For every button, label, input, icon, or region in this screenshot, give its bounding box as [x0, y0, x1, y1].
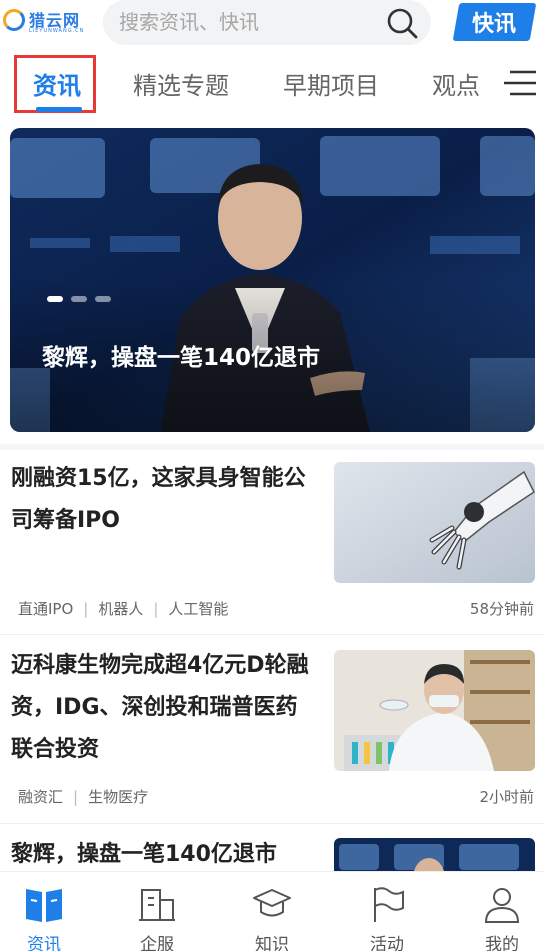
article-card[interactable]: 迈科康生物完成超4亿元D轮融资，IDG、深创投和瑞普医药联合投资 融资汇 | 生… — [0, 635, 544, 823]
nav-events[interactable]: 活动 — [347, 872, 427, 951]
site-logo[interactable]: 猎云网 LIEYUNWANG.CN — [3, 7, 95, 37]
graduation-cap-icon — [253, 889, 291, 917]
article-tags: 直通IPO | 机器人 | 人工智能 — [18, 598, 228, 619]
speaker-stage-image — [334, 838, 535, 871]
nav-label: 我的 — [485, 935, 519, 951]
category-tabs: 资讯 精选专题 早期项目 观点 — [0, 55, 544, 115]
lab-scientist-image — [334, 650, 535, 771]
carousel-dot[interactable] — [95, 296, 111, 302]
tag-separator: | — [153, 600, 159, 618]
top-header: 猎云网 LIEYUNWANG.CN 快讯 — [0, 0, 544, 45]
article-title[interactable]: 黎辉，操盘一笔140亿退市 — [11, 834, 311, 871]
article-time: 58分钟前 — [469, 600, 534, 618]
search-icon[interactable] — [385, 6, 419, 40]
banner-title: 黎辉，操盘一笔140亿退市 — [42, 345, 321, 371]
article-tag[interactable]: 机器人 — [98, 600, 143, 618]
article-tags: 融资汇 | 生物医疗 — [18, 786, 148, 807]
logo-mark-icon — [3, 9, 25, 31]
hero-banner[interactable]: 黎辉，操盘一笔140亿退市 — [10, 128, 535, 432]
article-tag[interactable]: 人工智能 — [168, 600, 228, 618]
nav-label: 活动 — [370, 935, 404, 951]
article-tag[interactable]: 直通IPO — [18, 600, 73, 618]
nav-profile[interactable]: 我的 — [462, 872, 542, 951]
active-tab-underline — [36, 107, 82, 112]
article-card[interactable]: 刚融资15亿，这家具身智能公司筹备IPO 直通IPO | 机器人 | 人工智能 58分钟… — [0, 450, 544, 634]
article-title[interactable]: 迈科康生物完成超4亿元D轮融资，IDG、深创投和瑞普医药联合投资 — [11, 645, 311, 771]
building-icon — [139, 889, 175, 921]
nav-label: 资讯 — [27, 935, 61, 951]
flash-news-button[interactable]: 快讯 — [452, 3, 537, 41]
article-title[interactable]: 刚融资15亿，这家具身智能公司筹备IPO — [11, 458, 311, 542]
robot-hand-image — [334, 462, 535, 583]
tab-featured-topics[interactable]: 精选专题 — [133, 66, 229, 101]
user-icon — [484, 888, 520, 923]
menu-icon[interactable] — [504, 69, 538, 97]
nav-label: 知识 — [255, 935, 289, 951]
nav-news[interactable]: 资讯 — [4, 872, 84, 951]
tab-early-projects[interactable]: 早期项目 — [283, 66, 379, 101]
article-thumbnail[interactable] — [334, 650, 535, 771]
search-input[interactable] — [119, 8, 379, 36]
news-book-icon — [26, 889, 62, 922]
tab-news[interactable]: 资讯 — [33, 66, 81, 101]
flag-icon — [374, 887, 404, 922]
tab-opinions[interactable]: 观点 — [432, 66, 480, 101]
nav-enterprise-services[interactable]: 企服 — [117, 872, 197, 951]
article-tag[interactable]: 生物医疗 — [88, 788, 148, 806]
bottom-navigation: 资讯 企服 知识 活动 我的 — [0, 871, 544, 951]
carousel-dot-active[interactable] — [47, 296, 63, 302]
article-thumbnail[interactable] — [334, 462, 535, 583]
nav-label: 企服 — [140, 935, 174, 951]
article-thumbnail[interactable] — [334, 838, 535, 871]
app-page: 猎云网 LIEYUNWANG.CN 快讯 资讯 精选专题 早期项目 观点 — [0, 0, 544, 951]
article-tag[interactable]: 融资汇 — [18, 788, 63, 806]
flash-news-label: 快讯 — [472, 12, 517, 37]
nav-knowledge[interactable]: 知识 — [232, 872, 312, 951]
article-card[interactable]: 黎辉，操盘一笔140亿退市 — [0, 824, 544, 871]
banner-image — [10, 128, 535, 432]
tag-separator: | — [73, 788, 79, 806]
tag-separator: | — [83, 600, 89, 618]
logo-subtext: LIEYUNWANG.CN — [29, 28, 85, 34]
search-bar[interactable] — [103, 0, 431, 45]
article-time: 2小时前 — [479, 788, 534, 806]
carousel-dot[interactable] — [71, 296, 87, 302]
